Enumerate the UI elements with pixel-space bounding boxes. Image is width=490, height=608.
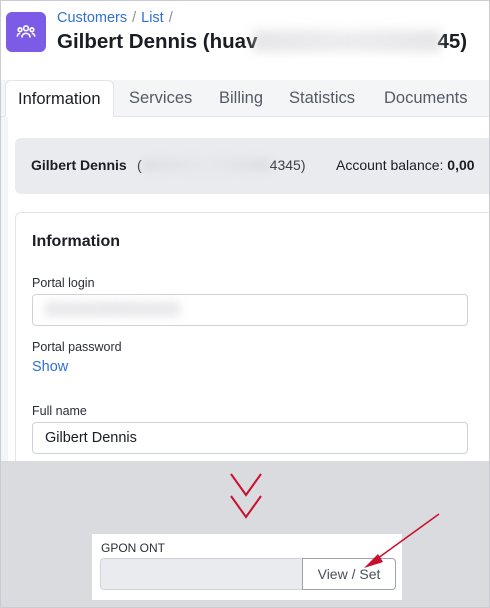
content-area: Gilbert Dennis (4345) Account balance: 0…	[1, 117, 489, 472]
breadcrumb-customers[interactable]: Customers	[57, 10, 127, 26]
summary-id: (4345)	[137, 157, 305, 173]
tab-statistics[interactable]: Statistics	[279, 80, 365, 117]
summary-name: Gilbert Dennis	[31, 157, 127, 173]
section-title: Information	[32, 233, 120, 250]
redacted-blur	[253, 30, 442, 52]
tab-information[interactable]: Information	[5, 80, 114, 117]
portal-password-label: Portal password	[32, 340, 122, 354]
gpon-ont-input[interactable]	[100, 558, 304, 590]
breadcrumb-separator: /	[132, 10, 137, 26]
tab-bar: Information Services Billing Statistics …	[1, 80, 489, 117]
gpon-ont-label: GPON ONT	[101, 541, 166, 555]
page-title-start: Gilbert Dennis (huav	[57, 30, 258, 53]
summary-id-tail: 4345)	[269, 157, 306, 173]
app-window: Customers / List / Gilbert Dennis (huav 45) …	[0, 0, 490, 608]
portal-login-input[interactable]	[32, 294, 468, 326]
portal-login-label: Portal login	[32, 276, 95, 290]
tab-services[interactable]: Services	[119, 80, 202, 117]
information-card: Information Portal login Portal password…	[15, 212, 489, 472]
show-password-link[interactable]: Show	[32, 359, 68, 375]
customer-summary-bar: Gilbert Dennis (4345) Account balance: 0…	[15, 138, 489, 194]
page-header: Customers / List / Gilbert Dennis (huav 45)	[1, 1, 489, 81]
redacted-blur	[45, 301, 180, 317]
customers-group-icon[interactable]	[6, 12, 46, 52]
balance-value: 0,00	[447, 157, 475, 173]
redacted-blur	[141, 158, 270, 172]
breadcrumb: Customers / List /	[57, 10, 178, 26]
tab-billing[interactable]: Billing	[209, 80, 273, 117]
account-balance: Account balance: 0,00	[336, 157, 475, 173]
breadcrumb-separator: /	[168, 10, 173, 26]
double-chevron-down-icon	[230, 473, 262, 519]
full-name-input[interactable]	[32, 422, 468, 454]
breadcrumb-list[interactable]: List	[141, 10, 164, 26]
red-arrow-icon	[364, 513, 440, 568]
tab-documents[interactable]: Documents	[374, 80, 477, 117]
page-title: Gilbert Dennis (huav 45)	[57, 30, 467, 54]
zoomed-detail-region: GPON ONT View / Set	[1, 461, 489, 607]
balance-label: Account balance:	[336, 157, 444, 173]
page-title-end: 45)	[437, 30, 468, 53]
full-name-label: Full name	[32, 404, 87, 418]
